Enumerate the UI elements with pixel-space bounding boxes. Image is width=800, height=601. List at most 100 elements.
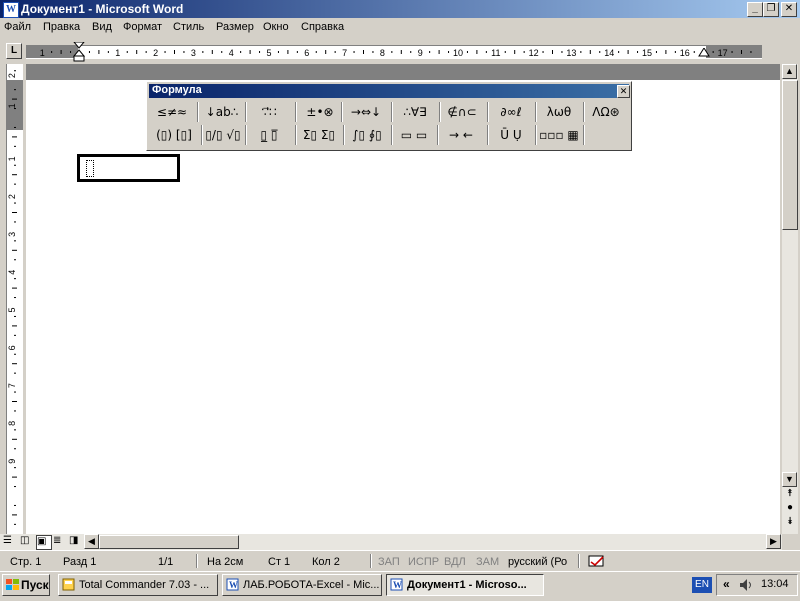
menu-style[interactable]: Стиль: [173, 21, 204, 33]
menu-help[interactable]: Справка: [301, 21, 344, 33]
formula-close-button[interactable]: ✕: [617, 85, 630, 98]
vruler-label: 5: [7, 307, 17, 312]
subscript-superscript-templates-button[interactable]: ▯̲ ▯̅: [247, 125, 291, 145]
menu-edit[interactable]: Правка: [43, 21, 80, 33]
windows-logo-icon: [6, 579, 19, 590]
ruler-label: 4: [229, 48, 234, 58]
equation-editing-area[interactable]: [80, 157, 177, 179]
formula-toolbar-title-bar[interactable]: Формула ✕: [149, 84, 630, 98]
embellishments-palette-button[interactable]: ∵⃗∷: [247, 102, 291, 122]
task-excel[interactable]: W ЛАБ.РОБОТА-Excel - Mic...: [222, 574, 382, 596]
equation-empty-slot[interactable]: [86, 160, 94, 177]
restore-button[interactable]: ❐: [763, 2, 779, 17]
misc-symbols-palette-button[interactable]: ∂∞ℓ: [489, 102, 533, 122]
fence-templates-button[interactable]: (▯) [▯]: [151, 125, 197, 145]
separator: [295, 102, 297, 122]
minimize-button[interactable]: _: [747, 2, 763, 17]
ruler-label: 17: [718, 48, 728, 58]
word-app-icon[interactable]: W: [3, 2, 19, 18]
task-total-commander[interactable]: Total Commander 7.03 - ...: [58, 574, 218, 596]
status-overtype[interactable]: ЗАМ: [476, 556, 499, 568]
ruler-label: 2: [153, 48, 158, 58]
logic-palette-button[interactable]: ∴∀∃: [393, 102, 437, 122]
word-doc-icon: W: [390, 578, 403, 591]
vruler-label: 9: [7, 459, 17, 464]
task-label: Total Commander 7.03 - ...: [79, 579, 210, 591]
scroll-left-button[interactable]: ◀: [84, 534, 99, 549]
status-column: Кол 2: [312, 556, 340, 568]
previous-page-icon[interactable]: ⯭: [782, 488, 798, 502]
tab-stop-selector[interactable]: L: [6, 43, 22, 59]
start-label: Пуск: [21, 578, 49, 592]
labeled-arrow-templates-button[interactable]: → ←: [439, 125, 483, 145]
vruler-label: 1: [7, 156, 17, 161]
greek-lower-palette-button[interactable]: λωθ: [537, 102, 581, 122]
fraction-radical-templates-button[interactable]: ▯/▯ √▯: [203, 125, 243, 145]
reading-view-icon[interactable]: ◨: [69, 535, 83, 548]
clock[interactable]: 13:04: [761, 578, 789, 590]
menu-window[interactable]: Окно: [263, 21, 289, 33]
separator: [197, 102, 199, 122]
ruler-label: 5: [266, 48, 271, 58]
status-record-macro[interactable]: ЗАП: [378, 556, 400, 568]
next-page-icon[interactable]: ⯯: [782, 516, 798, 530]
vruler-label: 3: [7, 232, 17, 237]
select-browse-object-icon[interactable]: ●: [782, 502, 798, 516]
greek-upper-palette-button[interactable]: ΛΩ⊛: [585, 102, 627, 122]
menu-file[interactable]: Файл: [4, 21, 31, 33]
horizontal-ruler[interactable]: 1 1 2 3 4 5 6 7 8 9 10 11 12 13 14 15 16 17: [26, 45, 762, 59]
scroll-right-button[interactable]: ▶: [766, 534, 781, 549]
ruler-label: 1: [115, 48, 120, 58]
horizontal-scroll-thumb[interactable]: [99, 535, 239, 549]
status-track-changes[interactable]: ИСПР: [408, 556, 439, 568]
summation-templates-button[interactable]: Σ▯ Σ▯: [297, 125, 341, 145]
scroll-down-button[interactable]: ▼: [782, 472, 797, 487]
system-tray: « 13:04: [716, 574, 798, 596]
matrix-templates-button[interactable]: ▫▫▫ ▦: [537, 125, 581, 145]
tray-expand-icon[interactable]: «: [723, 577, 730, 591]
underbar-overbar-templates-button[interactable]: ▭ ▭: [393, 125, 435, 145]
separator: [583, 125, 585, 145]
print-view-icon[interactable]: ▣: [36, 535, 52, 550]
products-set-theory-templates-button[interactable]: Ū Ụ: [489, 125, 533, 145]
vruler-label: 6: [7, 345, 17, 350]
integral-templates-button[interactable]: ∫▯ ∮▯: [345, 125, 389, 145]
vruler-label: 2: [7, 194, 17, 199]
separator: [370, 554, 372, 568]
vruler-label: 7: [7, 383, 17, 388]
right-indent-marker-icon[interactable]: [698, 48, 710, 58]
ruler-label: 13: [566, 48, 576, 58]
close-button[interactable]: ✕: [781, 2, 797, 17]
vertical-ruler[interactable]: 2 1 1 2 3 4 5 6 7 8 9: [6, 64, 23, 534]
arrows-palette-button[interactable]: →⇔↓: [343, 102, 389, 122]
status-extend-selection[interactable]: ВДЛ: [444, 556, 466, 568]
menu-size[interactable]: Размер: [216, 21, 254, 33]
set-theory-palette-button[interactable]: ∉∩⊂: [441, 102, 483, 122]
menu-bar: Файл Правка Вид Формат Стиль Размер Окно…: [0, 18, 800, 38]
ruler-label: 14: [604, 48, 614, 58]
start-button[interactable]: Пуск: [2, 574, 50, 596]
status-language[interactable]: русский (Ро: [508, 556, 567, 568]
operators-palette-button[interactable]: ±•⊗: [299, 102, 341, 122]
menu-format[interactable]: Формат: [123, 21, 162, 33]
volume-icon[interactable]: [739, 578, 755, 592]
task-word-document[interactable]: W Документ1 - Microso...: [386, 574, 544, 596]
outline-view-icon[interactable]: ≣: [53, 535, 67, 548]
vruler-label: 2: [7, 73, 17, 78]
normal-view-icon[interactable]: ☰: [3, 535, 17, 548]
menu-view[interactable]: Вид: [92, 21, 112, 33]
status-line: Ст 1: [268, 556, 291, 568]
relations-palette-button[interactable]: ≤≠≈: [151, 102, 193, 122]
status-at: На 2см: [207, 556, 244, 568]
vruler-label: 4: [7, 270, 17, 275]
spaces-palette-button[interactable]: ↓ab∴: [201, 102, 243, 122]
status-bar: Стр. 1 Разд 1 1/1 На 2см Ст 1 Кол 2 ЗАП …: [0, 550, 800, 571]
scroll-up-button[interactable]: ▲: [782, 64, 797, 79]
web-view-icon[interactable]: ◫: [20, 535, 34, 548]
vertical-scroll-thumb[interactable]: [782, 80, 798, 230]
spelling-status-icon[interactable]: [588, 555, 606, 568]
ruler-label: 1: [40, 48, 45, 58]
status-pages: 1/1: [158, 556, 174, 568]
language-indicator[interactable]: EN: [692, 577, 712, 593]
indent-marker-icon[interactable]: [72, 42, 86, 62]
